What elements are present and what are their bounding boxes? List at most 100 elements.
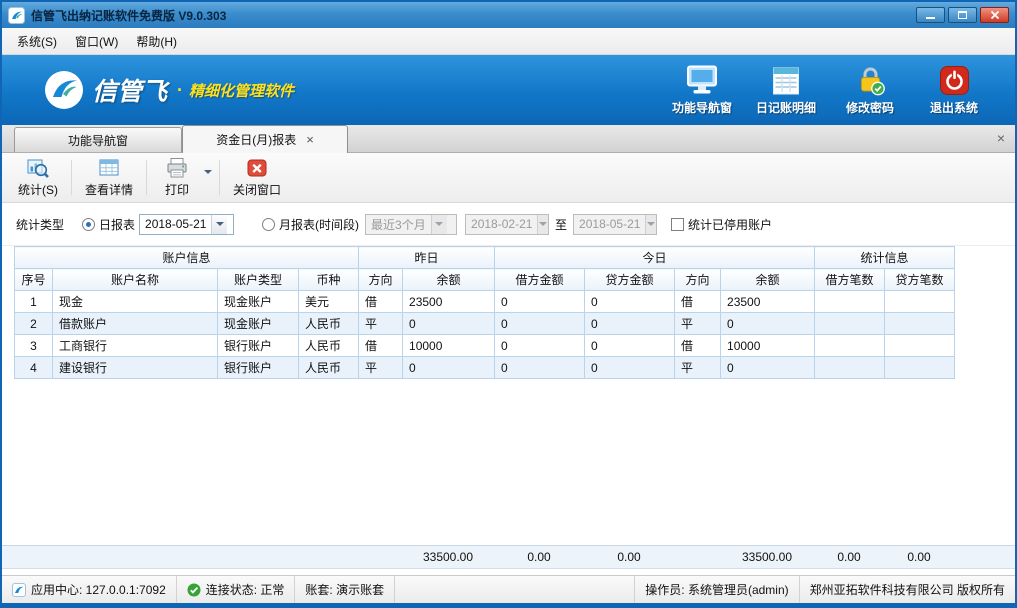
column-header[interactable]: 方向 (359, 269, 403, 291)
chevron-down-icon (204, 170, 212, 174)
daily-date-value: 2018-05-21 (140, 217, 211, 231)
column-header[interactable]: 借方笔数 (815, 269, 885, 291)
range-start-value: 2018-02-21 (466, 217, 537, 231)
table-row[interactable]: 3工商银行银行账户人民币借1000000借10000 (15, 335, 955, 357)
table-cell: 建设银行 (53, 357, 218, 379)
table-cell: 10000 (403, 335, 495, 357)
range-to-label: 至 (555, 216, 567, 233)
tab-strip: 功能导航窗 资金日(月)报表 × × (2, 125, 1015, 153)
column-header[interactable]: 币种 (299, 269, 359, 291)
fund-report-table: 账户信息 昨日 今日 统计信息 序号 账户名称 账户类型 币种 方向 余额 借方… (14, 246, 955, 379)
column-header[interactable]: 借方金额 (495, 269, 585, 291)
table-cell: 0 (403, 313, 495, 335)
range-end-select[interactable]: 2018-05-21 (573, 214, 657, 235)
banner-action-label: 功能导航窗 (672, 99, 732, 116)
table-cell: 23500 (721, 291, 815, 313)
range-start-select[interactable]: 2018-02-21 (465, 214, 549, 235)
operator-status: 操作员: 系统管理员(admin) (634, 576, 798, 603)
menu-system[interactable]: 系统(S) (8, 29, 66, 54)
column-header[interactable]: 余额 (403, 269, 495, 291)
column-header[interactable]: 账户类型 (218, 269, 299, 291)
tab-close-icon[interactable]: × (306, 133, 314, 146)
table-cell: 0 (495, 357, 585, 379)
brand-separator: · (177, 80, 183, 101)
column-header[interactable]: 序号 (15, 269, 53, 291)
maximize-button[interactable] (948, 7, 977, 23)
tool-label: 统计(S) (18, 181, 58, 198)
summary-cell-today-balance: 33500.00 (720, 546, 814, 568)
status-bar: 应用中心: 127.0.0.1:7092 连接状态: 正常 账套: 演示账套 操… (2, 575, 1015, 603)
minimize-button[interactable] (916, 7, 945, 23)
table-cell: 0 (585, 291, 675, 313)
journal-detail-button[interactable]: 日记账明细 (749, 64, 823, 116)
view-detail-button[interactable]: 查看详情 (75, 155, 143, 200)
table-cell (885, 357, 955, 379)
column-header[interactable]: 方向 (675, 269, 721, 291)
daily-date-select[interactable]: 2018-05-21 (139, 214, 234, 235)
change-password-button[interactable]: 修改密码 (833, 64, 907, 116)
summary-cell (52, 546, 217, 568)
column-header[interactable]: 贷方金额 (585, 269, 675, 291)
app-center-status: 应用中心: 127.0.0.1:7092 (2, 576, 177, 603)
tool-label: 查看详情 (85, 181, 133, 198)
range-end-value: 2018-05-21 (574, 217, 645, 231)
daily-report-radio[interactable] (82, 218, 95, 231)
tab-nav-window[interactable]: 功能导航窗 (14, 127, 182, 152)
table-cell: 3 (15, 335, 53, 357)
chevron-down-icon (537, 215, 548, 234)
range-preset-value: 最近3个月 (366, 216, 431, 233)
column-header[interactable]: 贷方笔数 (885, 269, 955, 291)
exit-system-button[interactable]: 退出系统 (917, 64, 991, 116)
table-cell: 4 (15, 357, 53, 379)
status-ok-icon (187, 583, 201, 597)
table-cell: 银行账户 (218, 357, 299, 379)
minimize-icon (926, 17, 935, 19)
table-row[interactable]: 1现金现金账户美元借2350000借23500 (15, 291, 955, 313)
close-window-button[interactable]: 关闭窗口 (223, 155, 291, 200)
copyright-text: 郑州亚拓软件科技有限公司 版权所有 (810, 581, 1005, 598)
table-row[interactable]: 4建设银行银行账户人民币平000平0 (15, 357, 955, 379)
range-preset-select[interactable]: 最近3个月 (365, 214, 457, 235)
menu-help[interactable]: 帮助(H) (127, 29, 186, 54)
window-controls (916, 7, 1009, 23)
calendar-dropdown-icon[interactable] (211, 215, 227, 234)
table-cell: 0 (585, 313, 675, 335)
table-cell: 平 (359, 357, 403, 379)
app-center-text: 应用中心: 127.0.0.1:7092 (31, 581, 166, 598)
nav-window-button[interactable]: 功能导航窗 (665, 64, 739, 116)
table-cell (885, 335, 955, 357)
monthly-report-radio[interactable] (262, 218, 275, 231)
window-title: 信管飞出纳记账软件免费版 V9.0.303 (31, 7, 226, 24)
inactive-accounts-checkbox[interactable] (671, 218, 684, 231)
column-header[interactable]: 账户名称 (53, 269, 218, 291)
summary-cell-debit-count: 0.00 (814, 546, 884, 568)
menu-window[interactable]: 窗口(W) (66, 29, 127, 54)
tab-fund-daily-report[interactable]: 资金日(月)报表 × (182, 125, 348, 153)
account-set-text: 账套: 演示账套 (305, 581, 384, 598)
stat-type-label: 统计类型 (16, 216, 64, 233)
summary-cell-yesterday-balance: 33500.00 (402, 546, 494, 568)
statistics-button[interactable]: 统计(S) (8, 155, 68, 200)
table-cell: 0 (495, 335, 585, 357)
table-cell: 10000 (721, 335, 815, 357)
close-button[interactable] (980, 7, 1009, 23)
close-window-icon (246, 157, 268, 179)
toolbar-divider (219, 160, 220, 195)
table-cell: 借 (359, 291, 403, 313)
printer-icon (166, 157, 188, 179)
table-row[interactable]: 2借款账户现金账户人民币平000平0 (15, 313, 955, 335)
print-dropdown-arrow[interactable] (204, 155, 216, 200)
tabstrip-close-icon[interactable]: × (997, 131, 1005, 145)
summary-cell (217, 546, 298, 568)
table-cell: 23500 (403, 291, 495, 313)
table-cell: 借 (359, 335, 403, 357)
daily-report-label: 日报表 (99, 216, 135, 233)
print-button[interactable]: 打印 (150, 155, 204, 200)
column-header[interactable]: 余额 (721, 269, 815, 291)
table-cell: 现金账户 (218, 313, 299, 335)
banner-action-label: 日记账明细 (756, 99, 816, 116)
group-header-account-info: 账户信息 (15, 247, 359, 269)
table-cell: 现金账户 (218, 291, 299, 313)
summary-cell-credit-amount: 0.00 (584, 546, 674, 568)
group-header-yesterday: 昨日 (359, 247, 495, 269)
